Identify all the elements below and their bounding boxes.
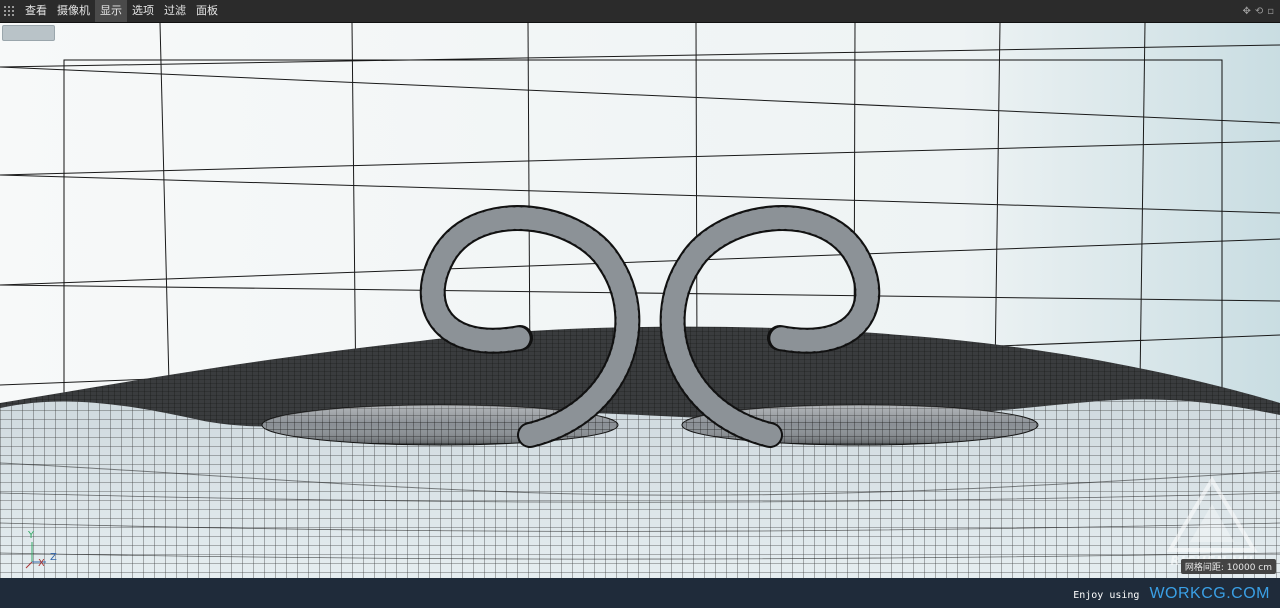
axis-z-label: Z [50,552,57,563]
axis-gizmo: Y X Z [24,530,64,570]
viewport-controls: ✥ ⟲ ▫ [1242,0,1274,22]
viewport-scene [0,23,1280,578]
viewport-tag-chip[interactable] [2,25,55,41]
grid-spacing-label: 网格间距: 10000 cm [1180,559,1276,574]
axis-x-label: X [38,558,45,569]
watermark-logo-icon [1166,476,1258,552]
menu-grip-icon[interactable] [2,0,16,22]
move-view-icon[interactable]: ✥ [1242,6,1250,17]
3d-viewport[interactable]: Y X Z RICHEN-VH 网格间距: 10000 cm [0,23,1280,578]
maximize-view-icon[interactable]: ▫ [1267,6,1274,17]
brand-link[interactable]: WORKCG.COM [1149,585,1270,603]
menu-filter[interactable]: 过滤 [159,0,191,22]
status-bar: Enjoy using WORKCG.COM [0,578,1280,608]
axis-y-label: Y [28,530,35,541]
menu-view[interactable]: 查看 [20,0,52,22]
menu-display[interactable]: 显示 [95,0,127,22]
enjoy-text: Enjoy using [1073,590,1140,601]
menu-panel[interactable]: 面板 [191,0,223,22]
rotate-view-icon[interactable]: ⟲ [1255,6,1263,17]
menu-camera[interactable]: 摄像机 [52,0,95,22]
status-text: Enjoy using WORKCG.COM [1073,585,1270,603]
watermark: RICHEN-VH [1162,476,1262,568]
menu-bar: 查看 摄像机 显示 选项 过滤 面板 ✥ ⟲ ▫ [0,0,1280,23]
menu-options[interactable]: 选项 [127,0,159,22]
